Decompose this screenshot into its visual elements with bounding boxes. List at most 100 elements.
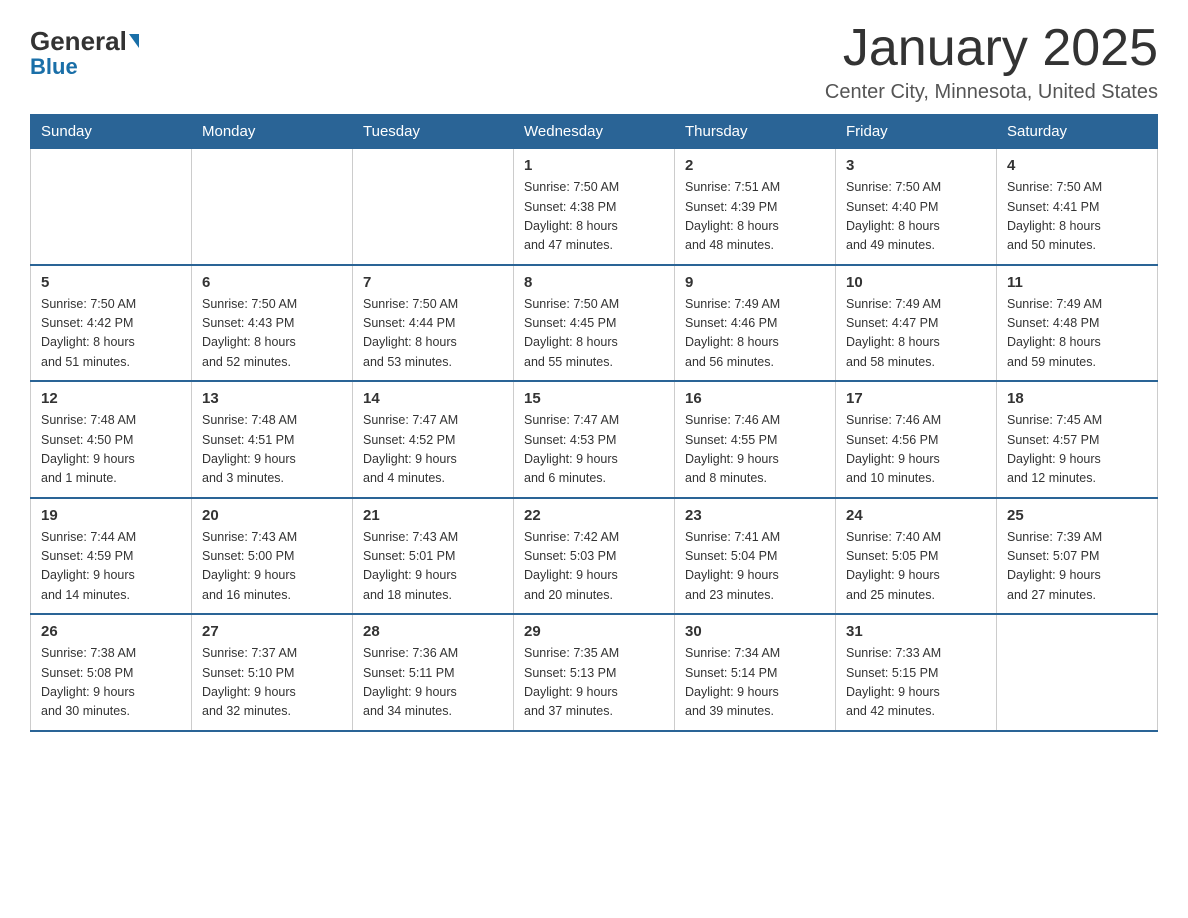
day-number: 15 xyxy=(524,390,664,407)
day-info: Sunrise: 7:38 AM Sunset: 5:08 PM Dayligh… xyxy=(41,644,181,722)
header-day-friday: Friday xyxy=(836,115,997,149)
location-title: Center City, Minnesota, United States xyxy=(825,81,1158,104)
calendar-cell: 8 Sunrise: 7:50 AM Sunset: 4:45 PM Daylig… xyxy=(514,265,675,382)
day-info: Sunrise: 7:48 AM Sunset: 4:50 PM Dayligh… xyxy=(41,411,181,489)
calendar-cell: 21Sunrise: 7:43 AM Sunset: 5:01 PM Dayli… xyxy=(353,498,514,615)
header-day-sunday: Sunday xyxy=(31,115,192,149)
day-info: Sunrise: 7:41 AM Sunset: 5:04 PM Dayligh… xyxy=(685,528,825,606)
calendar-cell: 9Sunrise: 7:49 AM Sunset: 4:46 PM Daylig… xyxy=(675,265,836,382)
day-info: Sunrise: 7:40 AM Sunset: 5:05 PM Dayligh… xyxy=(846,528,986,606)
week-row-1: 1 Sunrise: 7:50 AM Sunset: 4:38 PM Daylig… xyxy=(31,149,1158,265)
day-info: Sunrise: 7:36 AM Sunset: 5:11 PM Dayligh… xyxy=(363,644,503,722)
logo: General Blue xyxy=(30,28,139,78)
day-number: 30 xyxy=(685,623,825,640)
month-title: January 2025 xyxy=(825,20,1158,77)
day-info: Sunrise: 7:43 AM Sunset: 5:00 PM Dayligh… xyxy=(202,528,342,606)
day-info: Sunrise: 7:50 AM Sunset: 4:40 PM Dayligh… xyxy=(846,178,986,256)
day-info: Sunrise: 7:34 AM Sunset: 5:14 PM Dayligh… xyxy=(685,644,825,722)
calendar-cell xyxy=(353,149,514,265)
calendar-cell: 3 Sunrise: 7:50 AM Sunset: 4:40 PM Daylig… xyxy=(836,149,997,265)
day-number: 25 xyxy=(1007,507,1147,524)
day-number: 16 xyxy=(685,390,825,407)
week-row-3: 12 Sunrise: 7:48 AM Sunset: 4:50 PM Dayli… xyxy=(31,381,1158,498)
calendar-cell: 31Sunrise: 7:33 AM Sunset: 5:15 PM Dayli… xyxy=(836,614,997,731)
calendar-cell: 23 Sunrise: 7:41 AM Sunset: 5:04 PM Dayli… xyxy=(675,498,836,615)
day-info: Sunrise: 7:50 AM Sunset: 4:45 PM Dayligh… xyxy=(524,295,664,373)
header-day-tuesday: Tuesday xyxy=(353,115,514,149)
calendar-cell: 16 Sunrise: 7:46 AM Sunset: 4:55 PM Dayli… xyxy=(675,381,836,498)
day-info: Sunrise: 7:44 AM Sunset: 4:59 PM Dayligh… xyxy=(41,528,181,606)
day-number: 19 xyxy=(41,507,181,524)
logo-arrow-icon xyxy=(129,34,139,48)
calendar-cell: 22Sunrise: 7:42 AM Sunset: 5:03 PM Dayli… xyxy=(514,498,675,615)
day-number: 17 xyxy=(846,390,986,407)
day-number: 11 xyxy=(1007,274,1147,291)
day-number: 5 xyxy=(41,274,181,291)
day-info: Sunrise: 7:50 AM Sunset: 4:38 PM Dayligh… xyxy=(524,178,664,256)
week-row-2: 5 Sunrise: 7:50 AM Sunset: 4:42 PM Daylig… xyxy=(31,265,1158,382)
calendar-cell: 10 Sunrise: 7:49 AM Sunset: 4:47 PM Dayli… xyxy=(836,265,997,382)
day-info: Sunrise: 7:51 AM Sunset: 4:39 PM Dayligh… xyxy=(685,178,825,256)
logo-general-text: General xyxy=(30,26,127,56)
calendar-cell: 17 Sunrise: 7:46 AM Sunset: 4:56 PM Dayli… xyxy=(836,381,997,498)
page-header: General Blue January 2025 Center City, M… xyxy=(30,20,1158,104)
calendar-cell: 26 Sunrise: 7:38 AM Sunset: 5:08 PM Dayli… xyxy=(31,614,192,731)
day-info: Sunrise: 7:50 AM Sunset: 4:42 PM Dayligh… xyxy=(41,295,181,373)
logo-blue-text: Blue xyxy=(30,56,78,78)
day-info: Sunrise: 7:47 AM Sunset: 4:52 PM Dayligh… xyxy=(363,411,503,489)
logo-general: General xyxy=(30,28,139,54)
day-number: 27 xyxy=(202,623,342,640)
day-number: 28 xyxy=(363,623,503,640)
day-number: 14 xyxy=(363,390,503,407)
calendar-cell: 1 Sunrise: 7:50 AM Sunset: 4:38 PM Daylig… xyxy=(514,149,675,265)
calendar-body: 1 Sunrise: 7:50 AM Sunset: 4:38 PM Daylig… xyxy=(31,149,1158,731)
calendar-cell: 4Sunrise: 7:50 AM Sunset: 4:41 PM Daylig… xyxy=(997,149,1158,265)
calendar-header: SundayMondayTuesdayWednesdayThursdayFrid… xyxy=(31,115,1158,149)
header-day-monday: Monday xyxy=(192,115,353,149)
header-row: SundayMondayTuesdayWednesdayThursdayFrid… xyxy=(31,115,1158,149)
day-info: Sunrise: 7:42 AM Sunset: 5:03 PM Dayligh… xyxy=(524,528,664,606)
day-info: Sunrise: 7:33 AM Sunset: 5:15 PM Dayligh… xyxy=(846,644,986,722)
calendar-table: SundayMondayTuesdayWednesdayThursdayFrid… xyxy=(30,114,1158,732)
calendar-cell xyxy=(192,149,353,265)
day-info: Sunrise: 7:50 AM Sunset: 4:43 PM Dayligh… xyxy=(202,295,342,373)
day-number: 18 xyxy=(1007,390,1147,407)
calendar-cell: 28 Sunrise: 7:36 AM Sunset: 5:11 PM Dayli… xyxy=(353,614,514,731)
day-number: 2 xyxy=(685,157,825,174)
calendar-cell: 15Sunrise: 7:47 AM Sunset: 4:53 PM Dayli… xyxy=(514,381,675,498)
day-info: Sunrise: 7:35 AM Sunset: 5:13 PM Dayligh… xyxy=(524,644,664,722)
calendar-cell: 6Sunrise: 7:50 AM Sunset: 4:43 PM Daylig… xyxy=(192,265,353,382)
calendar-cell: 18 Sunrise: 7:45 AM Sunset: 4:57 PM Dayli… xyxy=(997,381,1158,498)
day-info: Sunrise: 7:50 AM Sunset: 4:44 PM Dayligh… xyxy=(363,295,503,373)
day-info: Sunrise: 7:49 AM Sunset: 4:48 PM Dayligh… xyxy=(1007,295,1147,373)
calendar-cell: 30 Sunrise: 7:34 AM Sunset: 5:14 PM Dayli… xyxy=(675,614,836,731)
day-number: 12 xyxy=(41,390,181,407)
day-info: Sunrise: 7:46 AM Sunset: 4:56 PM Dayligh… xyxy=(846,411,986,489)
day-number: 23 xyxy=(685,507,825,524)
day-number: 20 xyxy=(202,507,342,524)
day-info: Sunrise: 7:48 AM Sunset: 4:51 PM Dayligh… xyxy=(202,411,342,489)
week-row-5: 26 Sunrise: 7:38 AM Sunset: 5:08 PM Dayli… xyxy=(31,614,1158,731)
calendar-cell: 27Sunrise: 7:37 AM Sunset: 5:10 PM Dayli… xyxy=(192,614,353,731)
day-number: 29 xyxy=(524,623,664,640)
title-section: January 2025 Center City, Minnesota, Uni… xyxy=(825,20,1158,104)
day-number: 21 xyxy=(363,507,503,524)
day-number: 10 xyxy=(846,274,986,291)
header-day-saturday: Saturday xyxy=(997,115,1158,149)
day-info: Sunrise: 7:45 AM Sunset: 4:57 PM Dayligh… xyxy=(1007,411,1147,489)
calendar-cell: 19 Sunrise: 7:44 AM Sunset: 4:59 PM Dayli… xyxy=(31,498,192,615)
day-number: 13 xyxy=(202,390,342,407)
day-number: 3 xyxy=(846,157,986,174)
header-day-thursday: Thursday xyxy=(675,115,836,149)
header-day-wednesday: Wednesday xyxy=(514,115,675,149)
day-info: Sunrise: 7:46 AM Sunset: 4:55 PM Dayligh… xyxy=(685,411,825,489)
day-number: 8 xyxy=(524,274,664,291)
day-number: 9 xyxy=(685,274,825,291)
day-number: 1 xyxy=(524,157,664,174)
calendar-cell: 24Sunrise: 7:40 AM Sunset: 5:05 PM Dayli… xyxy=(836,498,997,615)
day-info: Sunrise: 7:49 AM Sunset: 4:47 PM Dayligh… xyxy=(846,295,986,373)
calendar-cell: 2 Sunrise: 7:51 AM Sunset: 4:39 PM Daylig… xyxy=(675,149,836,265)
calendar-cell: 7Sunrise: 7:50 AM Sunset: 4:44 PM Daylig… xyxy=(353,265,514,382)
calendar-cell: 12 Sunrise: 7:48 AM Sunset: 4:50 PM Dayli… xyxy=(31,381,192,498)
day-number: 26 xyxy=(41,623,181,640)
